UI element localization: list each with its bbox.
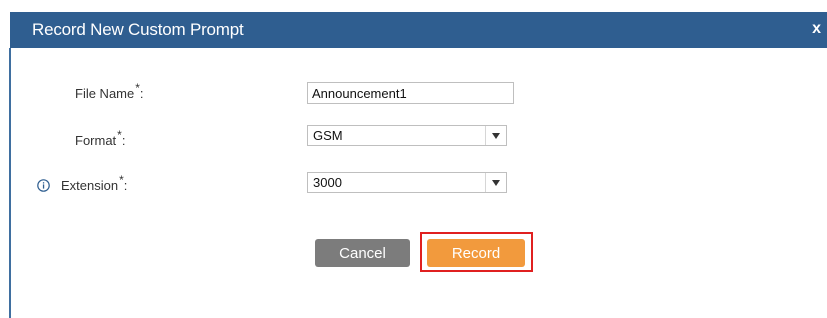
- dialog-left-border: [9, 48, 11, 318]
- record-prompt-dialog: Record New Custom Prompt x File Name*: F…: [0, 0, 827, 318]
- extension-select[interactable]: 3000: [307, 172, 507, 193]
- format-select-value: GSM: [313, 128, 343, 143]
- dialog-title: Record New Custom Prompt: [32, 20, 244, 39]
- record-button[interactable]: Record: [427, 239, 525, 267]
- extension-label-text: Extension: [61, 178, 119, 193]
- dropdown-arrow-icon[interactable]: [485, 173, 506, 192]
- extension-select-value: 3000: [313, 175, 342, 190]
- extension-label: Extension*:: [61, 173, 128, 193]
- label-colon: :: [123, 178, 128, 193]
- file-name-label-text: File Name: [75, 86, 135, 101]
- label-colon: :: [139, 86, 144, 101]
- format-select[interactable]: GSM: [307, 125, 507, 146]
- required-mark: *: [117, 128, 122, 142]
- file-name-input[interactable]: [307, 82, 514, 104]
- cancel-button[interactable]: Cancel: [315, 239, 410, 267]
- file-name-label: File Name*:: [75, 81, 144, 101]
- dropdown-arrow-icon[interactable]: [485, 126, 506, 145]
- info-circle-icon[interactable]: [37, 179, 50, 192]
- format-label-text: Format: [75, 133, 117, 148]
- required-mark: *: [135, 81, 140, 95]
- dialog-titlebar: Record New Custom Prompt x: [10, 12, 827, 48]
- label-colon: :: [121, 133, 126, 148]
- format-label: Format*:: [75, 128, 126, 148]
- close-button[interactable]: x: [812, 20, 821, 38]
- required-mark: *: [119, 173, 124, 187]
